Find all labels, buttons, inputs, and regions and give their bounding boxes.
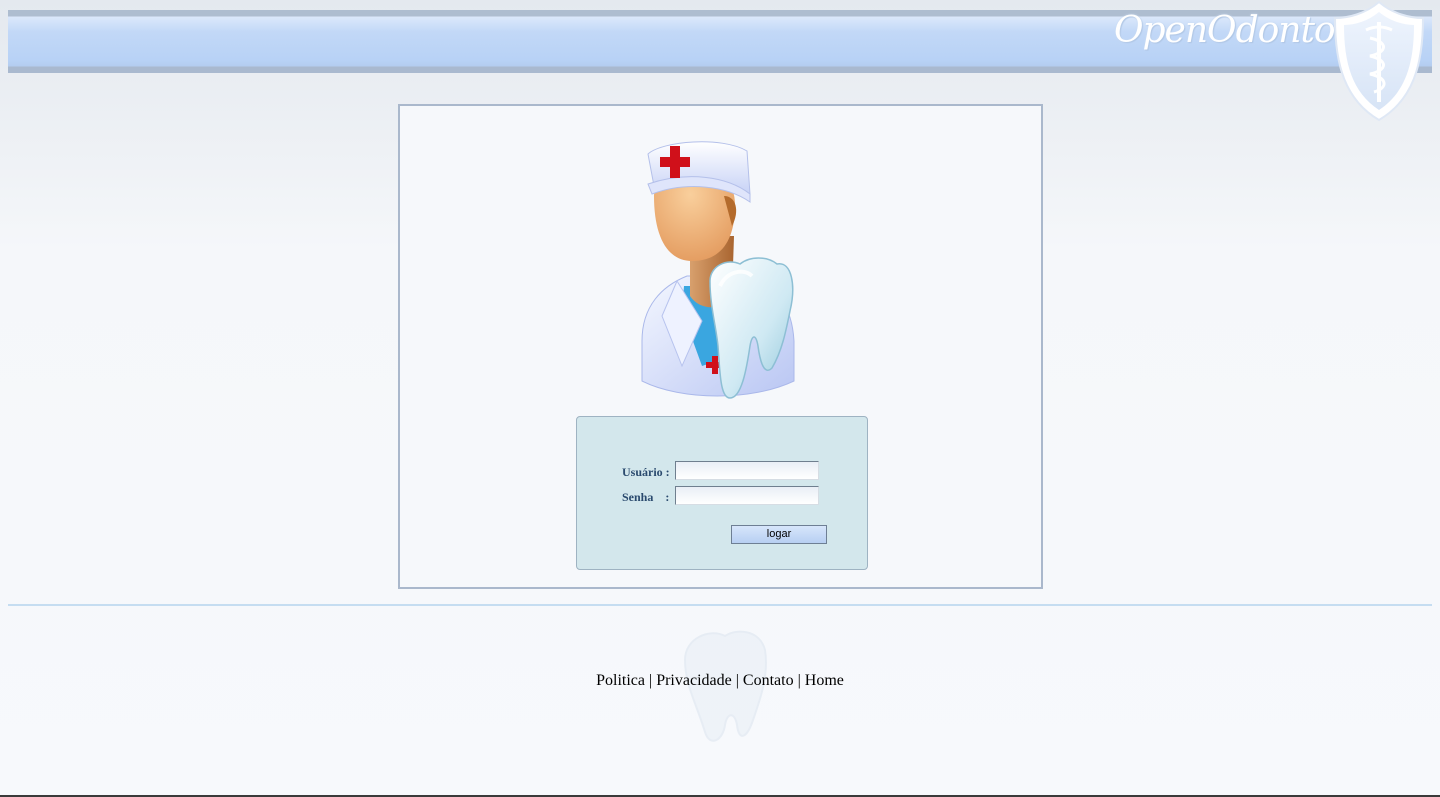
footer-link-privacidade[interactable]: Privacidade <box>656 672 732 689</box>
footer-link-home[interactable]: Home <box>805 672 844 689</box>
footer-separator: | <box>648 672 653 689</box>
password-label: Senha : <box>622 490 670 504</box>
shield-caduceus-icon <box>1333 0 1425 122</box>
footer-link-politica[interactable]: Politica <box>596 672 645 689</box>
footer-divider <box>8 604 1432 606</box>
username-input[interactable] <box>675 461 819 480</box>
login-container: Usuário : Senha : logar <box>398 104 1043 589</box>
dentist-avatar-icon <box>641 141 795 399</box>
login-form: Usuário : Senha : logar <box>576 416 868 570</box>
logo-text: OpenOdonto <box>1114 10 1336 51</box>
logo: OpenOdonto <box>1110 8 1336 68</box>
username-label: Usuário : <box>622 465 670 479</box>
login-button[interactable]: logar <box>731 525 827 544</box>
footer-link-contato[interactable]: Contato <box>743 672 794 689</box>
footer-separator: | <box>797 672 801 689</box>
footer-separator: | <box>735 672 739 689</box>
footer-links: Politica | Privacidade | Contato | Home <box>0 672 1440 690</box>
password-input[interactable] <box>675 486 819 505</box>
